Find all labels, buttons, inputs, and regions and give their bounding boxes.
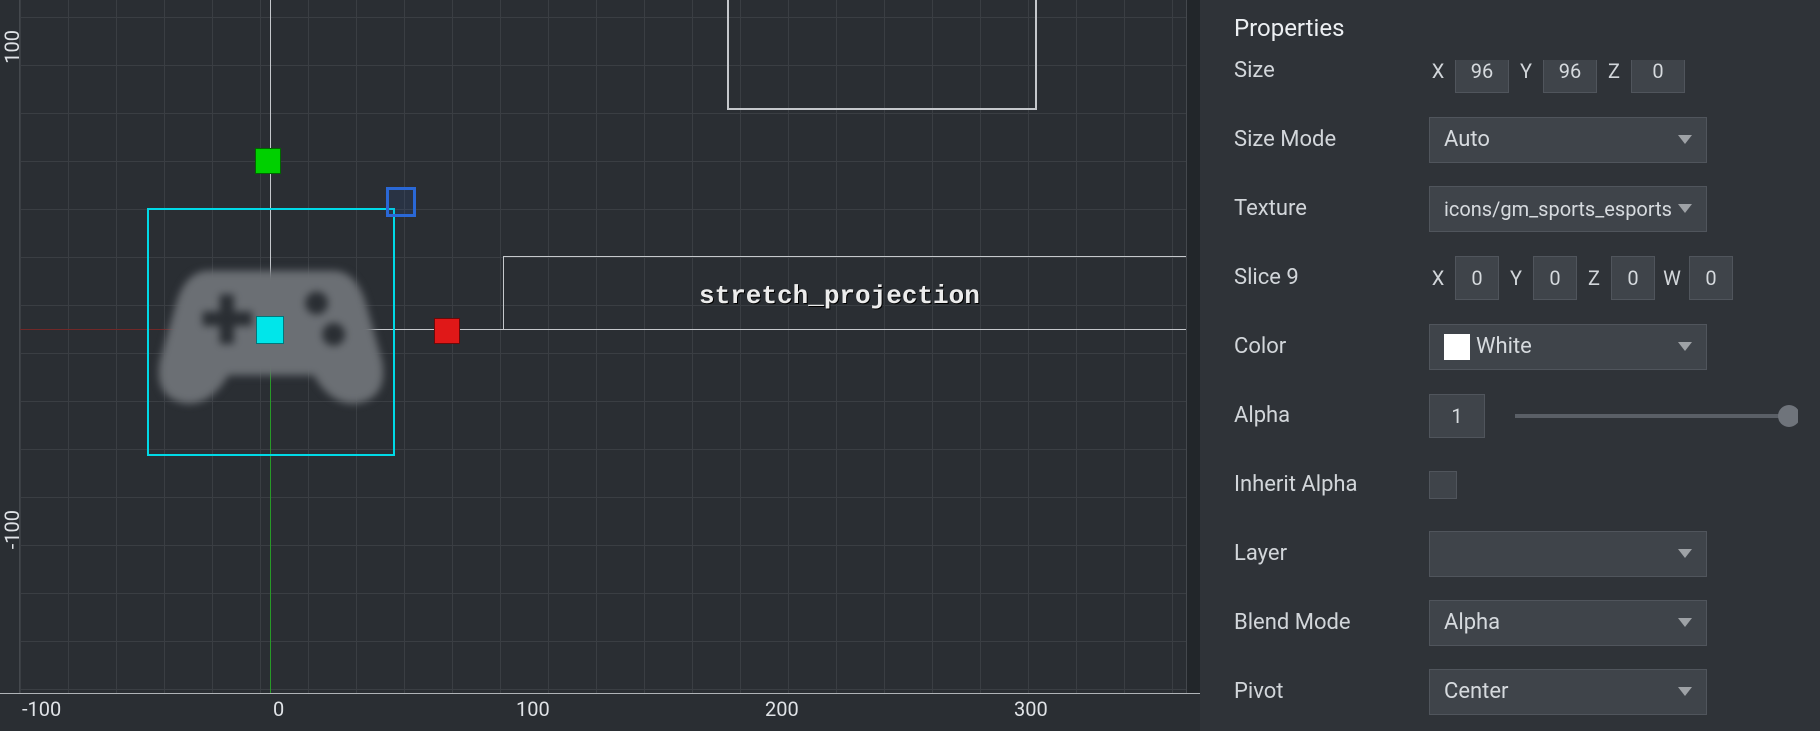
inherit-alpha-checkbox[interactable] xyxy=(1429,471,1457,499)
editor-viewport[interactable]: stretch_projection 100 -100 -100 0 100 2… xyxy=(0,0,1200,731)
axis-label-x: X xyxy=(1429,266,1447,290)
prop-label: Color xyxy=(1234,334,1429,359)
gizmo-handle-corner[interactable] xyxy=(386,187,416,217)
axis-label-w: W xyxy=(1663,266,1681,290)
chevron-down-icon xyxy=(1678,135,1692,144)
color-swatch-icon xyxy=(1444,334,1470,360)
viewport-divider[interactable] xyxy=(1186,0,1200,693)
row-pivot: Pivot Center xyxy=(1234,657,1798,720)
ruler-x-tick: 100 xyxy=(516,697,550,721)
ruler-x-tick: 0 xyxy=(273,697,284,721)
ruler-y-tick: -100 xyxy=(0,510,24,549)
panel-title: Properties xyxy=(1234,14,1798,42)
chevron-down-icon xyxy=(1678,342,1692,351)
row-blendmode: Blend Mode Alpha xyxy=(1234,588,1798,657)
axis-label-y: Y xyxy=(1507,266,1525,290)
prop-label: Inherit Alpha xyxy=(1234,472,1429,497)
prop-label: Slice 9 xyxy=(1234,265,1429,290)
node-outline-top[interactable] xyxy=(727,0,1037,110)
layer-dropdown[interactable] xyxy=(1429,531,1707,577)
stretch-projection-node[interactable]: stretch_projection xyxy=(503,256,1200,330)
axis-label-y: Y xyxy=(1517,60,1535,83)
ruler-y-tick: 100 xyxy=(0,30,24,64)
row-inherit-alpha: Inherit Alpha xyxy=(1234,450,1798,519)
chevron-down-icon xyxy=(1678,618,1692,627)
size-x-input[interactable]: 96 xyxy=(1455,60,1509,93)
texture-dropdown[interactable]: icons/gm_sports_esports xyxy=(1429,186,1707,232)
alpha-slider[interactable] xyxy=(1515,414,1792,418)
gizmo-handle-y[interactable] xyxy=(255,148,281,174)
prop-label: Alpha xyxy=(1234,403,1429,428)
ruler-x-tick: -100 xyxy=(22,697,61,721)
row-sizemode: Size Mode Auto xyxy=(1234,105,1798,174)
sizemode-dropdown[interactable]: Auto xyxy=(1429,117,1707,163)
prop-label: Size Mode xyxy=(1234,127,1429,152)
row-slice9: Slice 9 X 0 Y 0 Z 0 W 0 xyxy=(1234,243,1798,312)
chevron-down-icon xyxy=(1678,204,1692,213)
slice9-w-input[interactable]: 0 xyxy=(1689,256,1733,300)
prop-label: Texture xyxy=(1234,196,1429,221)
row-layer: Layer xyxy=(1234,519,1798,588)
blendmode-value: Alpha xyxy=(1444,610,1500,635)
gizmo-handle-x[interactable] xyxy=(434,318,460,344)
texture-value: icons/gm_sports_esports xyxy=(1444,197,1672,221)
slice9-z-input[interactable]: 0 xyxy=(1611,256,1655,300)
ruler-x-tick: 200 xyxy=(765,697,799,721)
size-y-input[interactable]: 96 xyxy=(1543,60,1597,93)
node-label: stretch_projection xyxy=(699,281,980,311)
properties-panel: Properties Size X 96 Y 96 Z 0 Size Mode xyxy=(1200,0,1820,731)
axis-label-z: Z xyxy=(1585,266,1603,290)
pivot-dropdown[interactable]: Center xyxy=(1429,669,1707,715)
ruler-x-tick: 300 xyxy=(1014,697,1048,721)
blendmode-dropdown[interactable]: Alpha xyxy=(1429,600,1707,646)
pivot-value: Center xyxy=(1444,679,1508,704)
row-alpha: Alpha 1 xyxy=(1234,381,1798,450)
ruler-horizontal: -100 0 100 200 300 xyxy=(0,693,1200,731)
prop-label: Pivot xyxy=(1234,679,1429,704)
row-size: Size X 96 Y 96 Z 0 xyxy=(1234,60,1798,105)
row-texture: Texture icons/gm_sports_esports xyxy=(1234,174,1798,243)
prop-label: Layer xyxy=(1234,541,1429,566)
axis-label-z: Z xyxy=(1605,60,1623,83)
properties-scroll[interactable]: Size X 96 Y 96 Z 0 Size Mode Auto xyxy=(1234,60,1798,720)
ruler-vertical: 100 -100 xyxy=(0,0,20,693)
alpha-slider-thumb[interactable] xyxy=(1778,405,1798,427)
gizmo-handle-center[interactable] xyxy=(256,316,284,344)
slice9-x-input[interactable]: 0 xyxy=(1455,256,1499,300)
chevron-down-icon xyxy=(1678,687,1692,696)
prop-label: Size xyxy=(1234,60,1429,83)
chevron-down-icon xyxy=(1678,549,1692,558)
size-z-input[interactable]: 0 xyxy=(1631,60,1685,93)
color-value: White xyxy=(1476,334,1532,359)
alpha-input[interactable]: 1 xyxy=(1429,394,1485,438)
sizemode-value: Auto xyxy=(1444,127,1490,152)
prop-label: Blend Mode xyxy=(1234,610,1429,635)
axis-label-x: X xyxy=(1429,60,1447,83)
slice9-y-input[interactable]: 0 xyxy=(1533,256,1577,300)
row-color: Color White xyxy=(1234,312,1798,381)
color-dropdown[interactable]: White xyxy=(1429,324,1707,370)
